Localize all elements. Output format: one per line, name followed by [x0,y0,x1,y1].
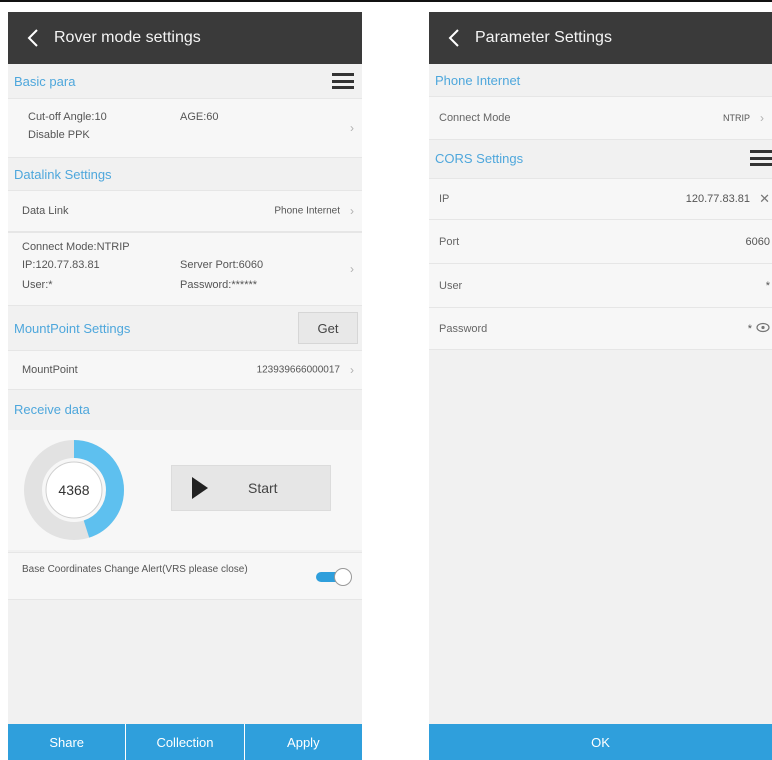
ip-label: IP [439,193,450,205]
basic-para-section: Basic para [8,64,362,98]
chevron-right-icon: › [350,363,354,377]
back-arrow-icon[interactable] [22,27,44,49]
ip-value: 120.77.83.81 [685,193,750,205]
datalink-section: Datalink Settings [8,158,362,190]
connection-details-row[interactable]: Connect Mode:NTRIP IP:120.77.83.81 Serve… [8,232,362,306]
mountpoint-row[interactable]: MountPoint 123939666000017 › [8,350,362,390]
port-row[interactable]: Port 6060 [429,220,772,264]
bottom-action-bar: OK [429,724,772,760]
data-link-value: Phone Internet [274,205,340,217]
port-value: 6060 [745,235,770,248]
ip-text: IP:120.77.83.81 [22,259,100,271]
server-port-text: Server Port:6060 [180,259,264,271]
mountpoint-value: 123939666000017 [256,364,340,376]
receive-header: Receive data [14,401,90,417]
password-text: Password:****** [180,279,258,291]
play-icon [192,477,208,499]
bottom-action-bar: Share Collection Apply [8,724,362,760]
collection-button[interactable]: Collection [125,724,243,760]
parameter-settings-screen: Parameter Settings Phone Internet Connec… [429,12,772,760]
start-button[interactable]: Start [171,465,331,511]
get-button[interactable]: Get [298,312,358,344]
menu-list-icon[interactable] [750,149,772,167]
password-row[interactable]: Password * [429,308,772,350]
ok-button[interactable]: OK [429,724,772,760]
cors-header: CORS Settings [435,150,524,166]
share-button[interactable]: Share [8,724,125,760]
rover-mode-screen: Rover mode settings Basic para Cut-off A… [8,12,362,760]
chevron-right-icon: › [350,204,354,218]
user-text: User:* [22,279,53,291]
chevron-right-icon: › [350,121,354,135]
receive-section: Receive data [8,390,362,428]
phone-internet-header: Phone Internet [435,72,521,88]
ppk-text: Disable PPK [28,129,90,141]
clear-icon[interactable]: ✕ [759,191,770,207]
title-bar: Rover mode settings [8,12,362,64]
apply-button[interactable]: Apply [243,724,362,760]
user-row[interactable]: User * [429,264,772,308]
alert-toggle[interactable] [316,568,352,586]
cutoff-angle-text: Cut-off Angle:10 [28,111,107,123]
start-label: Start [248,480,278,496]
ip-row[interactable]: IP 120.77.83.81 ✕ [429,178,772,220]
page-title: Rover mode settings [54,29,201,46]
connect-mode-label: Connect Mode [439,112,511,124]
alert-row: Base Coordinates Change Alert(VRS please… [8,552,362,600]
basic-para-row[interactable]: Cut-off Angle:10 AGE:60 Disable PPK › [8,98,362,158]
back-arrow-icon[interactable] [443,27,465,49]
title-bar: Parameter Settings [429,12,772,64]
menu-list-icon[interactable] [332,72,354,90]
data-link-label: Data Link [22,205,69,217]
data-link-row[interactable]: Data Link Phone Internet › [8,190,362,232]
connect-mode-row[interactable]: Connect Mode NTRIP › [429,96,772,140]
receive-count: 4368 [58,482,90,498]
connect-mode-text: Connect Mode:NTRIP [22,241,130,253]
user-value: * [765,279,770,292]
basic-para-header: Basic para [14,73,76,89]
chevron-right-icon: › [350,262,354,276]
page-title: Parameter Settings [475,29,612,46]
cors-section: CORS Settings [429,140,772,176]
password-label: Password [439,322,488,335]
chevron-right-icon: › [760,111,764,125]
connect-mode-value: NTRIP [723,113,750,123]
alert-text: Base Coordinates Change Alert(VRS please… [22,564,248,575]
toggle-knob [334,568,352,586]
password-value: * [747,322,752,335]
eye-icon[interactable] [756,322,770,335]
datalink-header: Datalink Settings [14,166,112,182]
port-label: Port [439,235,460,248]
user-label: User [439,279,463,292]
mountpoint-label: MountPoint [22,364,78,376]
phone-internet-section: Phone Internet [429,64,772,96]
top-divider [0,0,772,2]
age-text: AGE:60 [180,111,219,123]
